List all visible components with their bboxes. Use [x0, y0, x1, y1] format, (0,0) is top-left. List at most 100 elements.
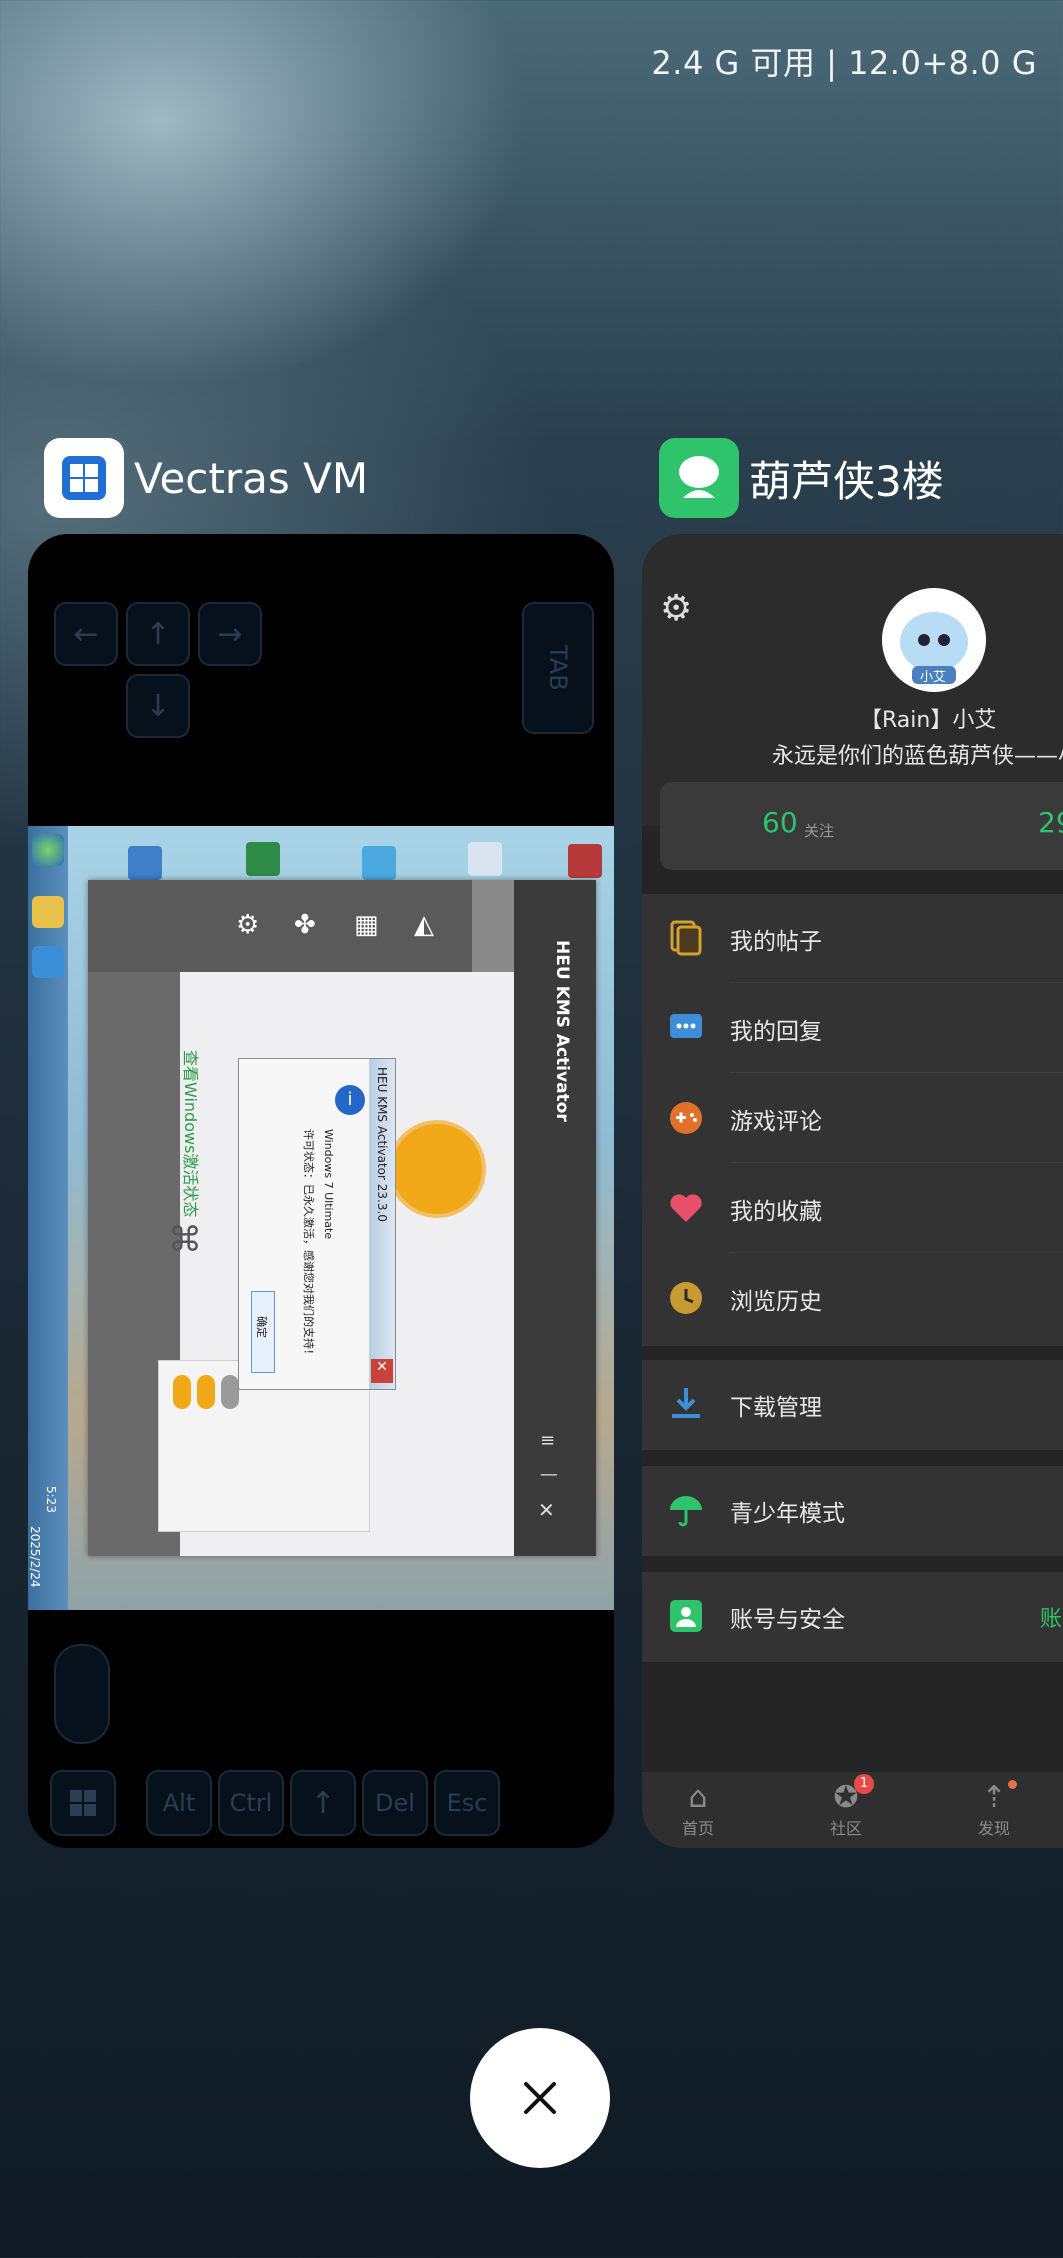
nav-community[interactable]: ✪ 社区 1	[806, 1774, 886, 1839]
bottom-nav: ⌂ 首页 ✪ 社区 1 ⇡ 发现	[642, 1772, 1063, 1848]
menu-item-my-replies[interactable]: 我的回复	[642, 984, 1063, 1074]
key-up[interactable]: ↑	[126, 602, 190, 666]
window-minimize-icon[interactable]: —	[540, 1464, 558, 1485]
menu-label-account-security: 账号与安全	[730, 1607, 845, 1633]
clock-time: 5:23	[44, 1486, 58, 1513]
menu-label-browse-history: 浏览历史	[730, 1289, 822, 1315]
avatar[interactable]: 小艾	[882, 588, 986, 692]
info-icon: i	[335, 1085, 365, 1115]
kms-window-title: HEU KMS Activator	[552, 940, 572, 1122]
command-icon[interactable]: ⌘	[168, 1220, 202, 1260]
app-name-vectras: Vectras VM	[134, 453, 369, 503]
explorer-icon[interactable]	[32, 896, 64, 928]
nav-home-label: 首页	[681, 1819, 714, 1838]
menu-item-game-reviews[interactable]: 游戏评论	[642, 1074, 1063, 1164]
window-close-icon[interactable]: ✕	[538, 1498, 555, 1522]
download-icon	[666, 1384, 706, 1424]
app-header-huluxia[interactable]: 葫芦侠3楼	[659, 438, 944, 518]
game-review-icon	[666, 1098, 706, 1138]
dialog-line2: 许可状态：已永久激活，感谢您对我们的支持！	[302, 1129, 315, 1360]
info-dialog[interactable]: HEU KMS Activator 23.3.0 ✕ i Windows 7 U…	[238, 1058, 396, 1390]
key-down[interactable]: ↓	[126, 674, 190, 738]
key-ctrl[interactable]: Ctrl	[218, 1770, 284, 1836]
divider	[730, 1252, 1063, 1253]
start-orb-icon[interactable]	[32, 834, 64, 866]
kms-title-bar: HEU KMS Activator ✕ — ≡	[514, 880, 596, 1556]
settings-icon[interactable]: ⚙	[660, 588, 692, 629]
desktop-word-icon[interactable]	[128, 846, 162, 880]
nav-home[interactable]: ⌂ 首页	[658, 1780, 738, 1839]
menu-item-downloads[interactable]: 下载管理	[642, 1360, 1063, 1450]
divider	[730, 1162, 1063, 1163]
key-alt[interactable]: Alt	[146, 1770, 212, 1836]
umbrella-icon	[666, 1490, 706, 1530]
user-bio: 永远是你们的蓝色葫芦侠——小	[772, 744, 1063, 769]
app-header-vectras[interactable]: Vectras VM	[44, 438, 368, 518]
tab-selected[interactable]	[472, 880, 514, 972]
settings-gear-icon[interactable]: ⚙	[236, 910, 259, 940]
key-windows[interactable]	[50, 1770, 116, 1836]
close-icon	[524, 2082, 556, 2114]
home-icon: ⌂	[688, 1780, 708, 1815]
desktop-excel-icon[interactable]	[246, 842, 280, 876]
heart-icon	[666, 1188, 706, 1228]
kms-activator-window[interactable]: HEU KMS Activator ✕ — ≡ ⚙ ✤ ▦ ◭ 查看Window…	[88, 880, 596, 1556]
window-menu-icon[interactable]: ≡	[540, 1430, 555, 1451]
windows-icon[interactable]: ▦	[354, 910, 379, 940]
clear-all-button[interactable]	[470, 2028, 610, 2168]
divider	[730, 1072, 1063, 1073]
desktop-computer-icon[interactable]	[468, 842, 502, 876]
key-esc[interactable]: Esc	[434, 1770, 500, 1836]
app-name-huluxia: 葫芦侠3楼	[749, 456, 944, 506]
toggle-3[interactable]	[221, 1375, 239, 1409]
menu-label-my-favorites: 我的收藏	[730, 1199, 822, 1225]
joystick-track[interactable]	[54, 1644, 110, 1744]
taskbar-app-icon[interactable]	[32, 946, 64, 978]
windows-legacy-icon[interactable]: ✤	[294, 910, 316, 940]
check-activation-link[interactable]: 查看Windows激活状态	[180, 1050, 204, 1217]
community-icon: ✪	[833, 1780, 859, 1815]
menu-label-my-replies: 我的回复	[730, 1019, 822, 1045]
dialog-close-icon[interactable]: ✕	[371, 1359, 393, 1383]
huluxia-icon	[659, 438, 739, 518]
vm-taskbar: 5:23 2025/2/24	[28, 826, 68, 1610]
menu-item-my-favorites[interactable]: 我的收藏	[642, 1164, 1063, 1254]
fans-count[interactable]: 292	[1038, 806, 1063, 839]
nav-community-label: 社区	[829, 1819, 862, 1838]
desktop-app-icon[interactable]	[362, 846, 396, 880]
dialog-title-bar: HEU KMS Activator 23.3.0 ✕	[369, 1059, 395, 1389]
dialog-ok-button[interactable]: 确定	[251, 1291, 275, 1373]
account-icon	[666, 1596, 706, 1636]
office-icon[interactable]: ◭	[414, 910, 434, 940]
menu-item-youth-mode[interactable]: 青少年模式	[642, 1466, 1063, 1556]
vectras-vm-card[interactable]: ← ↑ → ↓ TAB 5:23 2025/2/24 HEU KMS Activ…	[28, 534, 614, 1848]
community-badge: 1	[854, 1774, 874, 1794]
rocket-icon: ⇡	[981, 1780, 1007, 1815]
windows-key-icon	[70, 1790, 96, 1816]
replies-icon	[666, 1008, 706, 1048]
key-left[interactable]: ←	[54, 602, 118, 666]
desktop-tool-icon[interactable]	[568, 844, 602, 878]
toggle-2[interactable]	[197, 1375, 215, 1409]
key-shift[interactable]: ↑	[290, 1770, 356, 1836]
key-del[interactable]: Del	[362, 1770, 428, 1836]
dialog-title: HEU KMS Activator 23.3.0	[375, 1067, 389, 1222]
huluxia-card[interactable]: ⚙ 小艾 【Rain】小艾 永远是你们的蓝色葫芦侠——小 60 关注 292 我…	[642, 534, 1063, 1848]
vm-screen[interactable]: 5:23 2025/2/24 HEU KMS Activator ✕ — ≡ ⚙…	[28, 826, 614, 1610]
clock-icon	[666, 1278, 706, 1318]
dialog-line1: Windows 7 Ultimate	[322, 1129, 335, 1240]
nav-discover-label: 发现	[977, 1819, 1010, 1838]
key-right[interactable]: →	[198, 602, 262, 666]
menu-item-account-security[interactable]: 账号与安全 账	[642, 1572, 1063, 1662]
posts-icon	[666, 918, 706, 958]
nav-discover[interactable]: ⇡ 发现	[954, 1780, 1034, 1839]
clock-date: 2025/2/24	[28, 1526, 42, 1588]
following-label: 关注	[804, 822, 835, 840]
menu-label-downloads: 下载管理	[730, 1395, 822, 1421]
menu-item-my-posts[interactable]: 我的帖子	[642, 894, 1063, 984]
following-count[interactable]: 60	[762, 806, 798, 839]
toggle-1[interactable]	[173, 1375, 191, 1409]
menu-label-my-posts: 我的帖子	[730, 929, 822, 955]
menu-item-browse-history[interactable]: 浏览历史	[642, 1254, 1063, 1344]
key-tab[interactable]: TAB	[522, 602, 594, 734]
